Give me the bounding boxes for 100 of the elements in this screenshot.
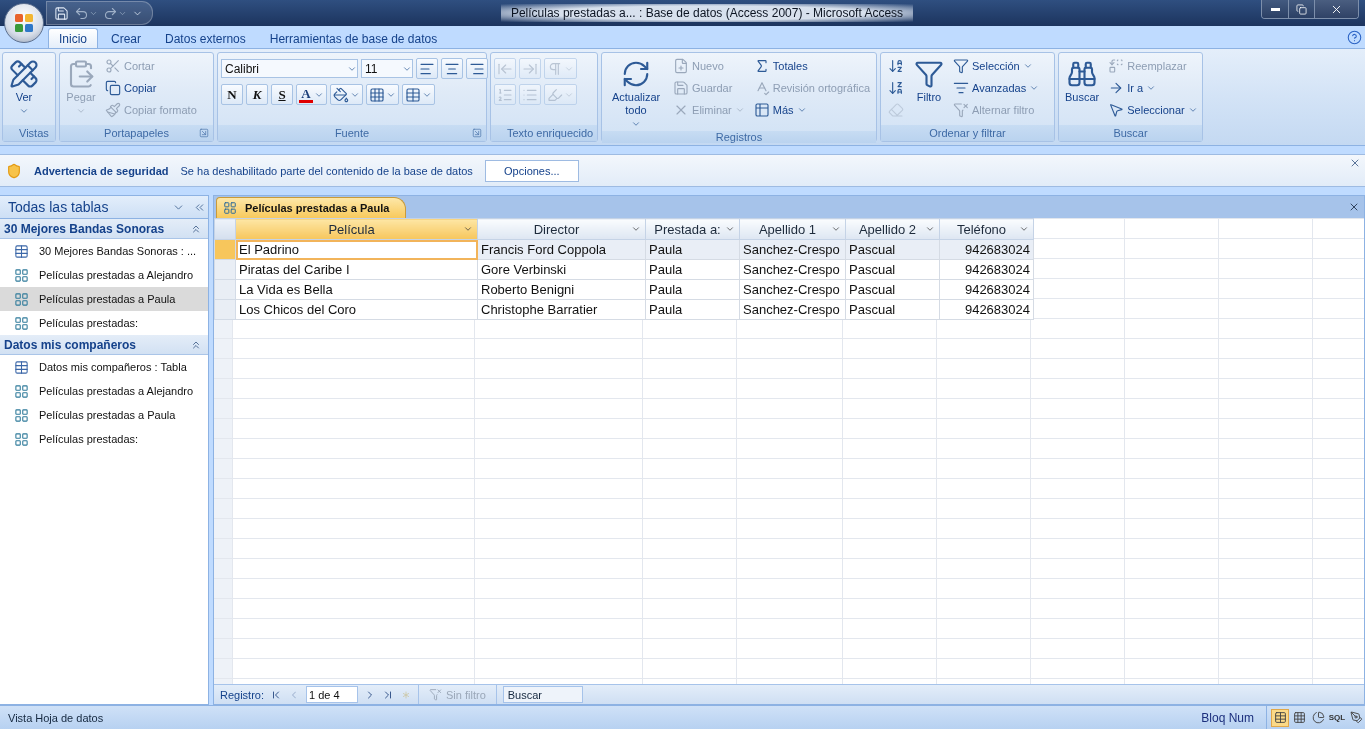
save-icon [673,80,690,96]
minimize-button[interactable] [1262,0,1288,18]
save-button[interactable] [53,5,70,21]
search-field[interactable]: Buscar [502,686,583,703]
toolbar-button[interactable] [416,58,438,79]
undo-button[interactable] [73,5,99,21]
caret-icon [1019,224,1029,234]
ribbon-tab[interactable]: Datos externos [154,28,257,48]
table-icon [14,243,29,259]
minimize-icon [1270,7,1280,11]
ribbon-button[interactable]: Avanzadas [950,77,1043,99]
format-button[interactable]: N [221,84,243,105]
caret-icon [1146,83,1157,93]
pane-title: Todas las tablas [8,199,110,215]
ribbon-button[interactable]: Buscar [1062,55,1103,123]
table-icon [753,102,770,118]
ribbon-tab[interactable]: Crear [100,28,153,48]
column-header[interactable]: Apellido 1 [739,218,846,240]
toolbar-button[interactable] [366,84,399,105]
dropdown-field[interactable]: 11 [361,59,413,78]
format-button[interactable]: S [271,84,293,105]
nav-item[interactable]: Películas prestadas a Alejandro [0,379,208,403]
group-label: Ordenar y filtrar [928,127,1007,139]
ribbon-button[interactable]: Ir a [1105,77,1201,99]
sort-ascending-icon [888,58,904,74]
paint-bucket-icon [333,86,349,103]
query-icon [14,407,29,423]
record-field[interactable]: 1 de 4 [306,686,359,703]
dropdown-field[interactable]: Calibri [221,59,358,78]
section-header[interactable]: Datos mis compañeros [0,335,208,355]
toolbar-button[interactable] [441,58,463,79]
query-icon [14,383,29,399]
column-header[interactable]: Prestada a: [645,218,740,240]
binoculars-icon [1067,59,1098,89]
nav-item[interactable]: Datos mis compañeros : Tabla [0,355,208,379]
ribbon-button[interactable]: Filtro [911,55,947,123]
caret-icon [1187,105,1198,115]
nav-item[interactable]: Películas prestadas: [0,311,208,335]
document-tab[interactable]: Películas prestadas a Paula [216,197,407,218]
funnel-icon [953,58,969,74]
format-button[interactable]: A [296,84,327,105]
dialog-launcher[interactable] [470,126,483,140]
help-icon [1347,30,1362,45]
caret-icon [19,106,29,116]
query-icon [14,267,29,283]
ribbon-tab[interactable]: Inicio [48,28,98,48]
group-label: Portapapeles [103,127,170,139]
datasheet-icon [1273,711,1287,724]
ruler-pencil-icon [9,59,39,89]
caret-icon [76,106,86,116]
group-label: Registros [714,131,764,143]
caret-icon [796,105,807,115]
refresh-icon [621,59,651,89]
status-text: Vista Hoja de datos [7,711,105,724]
nav-item[interactable]: 30 Mejores Bandas Sonoras : ... [0,239,208,263]
query-icon [14,431,29,447]
chart-icon [1311,711,1325,724]
column-header[interactable]: Película [235,218,478,240]
ribbon-button[interactable]: Ver [6,55,42,123]
column-header[interactable]: Apellido 2 [845,218,940,240]
ribbon-button[interactable]: Más [750,99,873,121]
options-button[interactable]: Opciones... [484,159,579,182]
view-button[interactable]: SQL [1328,708,1346,727]
toolbar-button[interactable] [402,84,435,105]
launcher-icon [198,128,209,138]
help-button[interactable] [1347,30,1362,45]
caret-icon [463,224,473,234]
grid-icon [369,86,385,103]
query-icon [14,291,29,307]
sort-descending-icon [888,80,904,96]
nav-item[interactable]: Películas prestadas a Paula [0,403,208,427]
toolbar-button[interactable] [330,84,363,105]
group-label: Texto enriquecido [507,127,594,139]
redo-button[interactable] [102,5,128,21]
ribbon-button[interactable]: Selección [950,55,1043,77]
close-button[interactable] [1314,0,1358,18]
nav-item[interactable]: Películas prestadas a Alejandro [0,263,208,287]
pointer-icon [1108,102,1125,118]
close-button[interactable] [1349,157,1361,169]
gridlines-icon [405,86,421,103]
restore-button[interactable] [1288,0,1314,18]
column-header[interactable]: Teléfono [939,218,1034,240]
dialog-launcher[interactable] [197,126,210,140]
toolbar-button[interactable] [466,58,488,79]
ribbon-button[interactable]: Totales [750,55,873,77]
nav-item[interactable]: Películas prestadas: [0,427,208,451]
format-button[interactable]: K [246,84,268,105]
caret-icon [631,119,641,129]
office-button[interactable] [4,3,44,43]
ribbon-tab[interactable]: Herramientas de base de datos [258,28,449,48]
query-icon [14,315,29,331]
column-header[interactable]: Director [477,218,646,240]
ribbon-button[interactable]: Seleccionar [1105,99,1201,121]
ribbon-button[interactable]: Actualizar todo [605,55,668,129]
caret-icon [925,224,935,234]
view-button[interactable] [1271,708,1289,727]
section-header[interactable]: 30 Mejores Bandas Sonoras [0,219,208,239]
nav-item[interactable]: Películas prestadas a Paula [0,287,208,311]
query-icon [223,201,237,215]
ribbon-button[interactable]: Copiar [102,77,200,99]
